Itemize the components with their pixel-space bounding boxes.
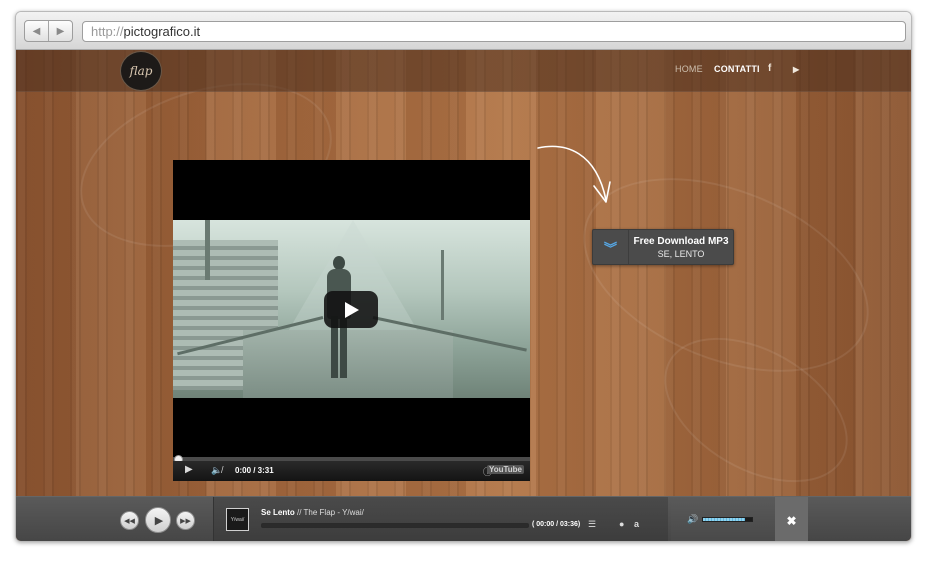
nav-home[interactable]: HOME [675,64,703,74]
video-time: 0:00 / 3:31 [235,466,274,475]
video-controls: ▶ 🔈̸ 0:00 / 3:31 ⓘ YouTube [173,461,530,481]
apple-icon[interactable]: ● [619,519,624,529]
logo-text: flap [129,64,153,78]
volume-fill [703,518,745,521]
play-icon[interactable]: ▶ [145,507,171,533]
site-logo[interactable]: flap [120,51,162,91]
youtube-logo[interactable]: YouTube [486,465,524,474]
audio-player-bar: ◀◀ ▶ ▶▶ Y/wai/ Se Lento // The Flap - Y/… [16,496,911,541]
facebook-icon[interactable]: f [768,63,771,74]
browser-toolbar: ◀ ▶ http://pictografico.it [16,12,911,50]
volume-slider[interactable] [702,517,753,522]
amazon-icon[interactable]: a [634,519,639,529]
nav-contatti[interactable]: CONTATTI [714,64,760,74]
url-protocol: http:// [91,24,124,39]
video-play-button[interactable] [324,291,378,328]
track-info: Se Lento // The Flap - Y/wai/ [261,508,364,517]
site-header: flap HOME CONTATTI f ▶ [16,50,911,92]
rewind-icon[interactable]: ◀◀ [120,511,139,530]
fast-forward-icon[interactable]: ▶▶ [176,511,195,530]
album-cover: Y/wai/ [226,508,249,531]
volume-area: 🔊 [671,497,775,541]
hand-drawn-arrow-icon [537,145,611,203]
close-icon[interactable]: ✖ [775,497,808,541]
track-artist: // The Flap - Y/wai/ [294,508,364,517]
track-area: Y/wai/ Se Lento // The Flap - Y/wai/ ( 0… [213,497,668,541]
list-icon[interactable]: ☰ [588,519,596,530]
download-title: Free Download MP3 [633,236,729,247]
url-host: pictografico.it [123,24,201,39]
volume-icon[interactable]: 🔊 [687,514,698,525]
video-pole [441,250,444,320]
forward-arrow-icon[interactable]: ▶ [49,21,72,41]
track-progress-bar[interactable] [261,523,529,528]
play-icon[interactable]: ▶ [185,464,193,475]
back-arrow-icon[interactable]: ◀ [25,21,49,41]
free-download-button[interactable]: ︾ Free Download MP3 SE, LENTO [592,229,734,265]
video-player[interactable]: ▶ 🔈̸ 0:00 / 3:31 ⓘ YouTube [173,160,530,481]
mute-icon[interactable]: 🔈̸ [211,465,222,476]
track-time: ( 00:00 / 03:36) [532,521,581,528]
download-chevron-icon: ︾ [593,230,629,264]
download-subtitle: SE, LENTO [657,249,705,259]
history-buttons: ◀ ▶ [24,20,73,42]
address-bar[interactable]: http://pictografico.it [82,21,906,42]
website-viewport: flap HOME CONTATTI f ▶ ▶ 🔈̸ 0:00 / 3:31 … [16,50,911,541]
browser-window: ◀ ▶ http://pictografico.it flap HOME CON… [15,11,912,542]
track-title: Se Lento [261,508,295,517]
youtube-icon[interactable]: ▶ [793,65,799,74]
video-crane [205,220,210,280]
